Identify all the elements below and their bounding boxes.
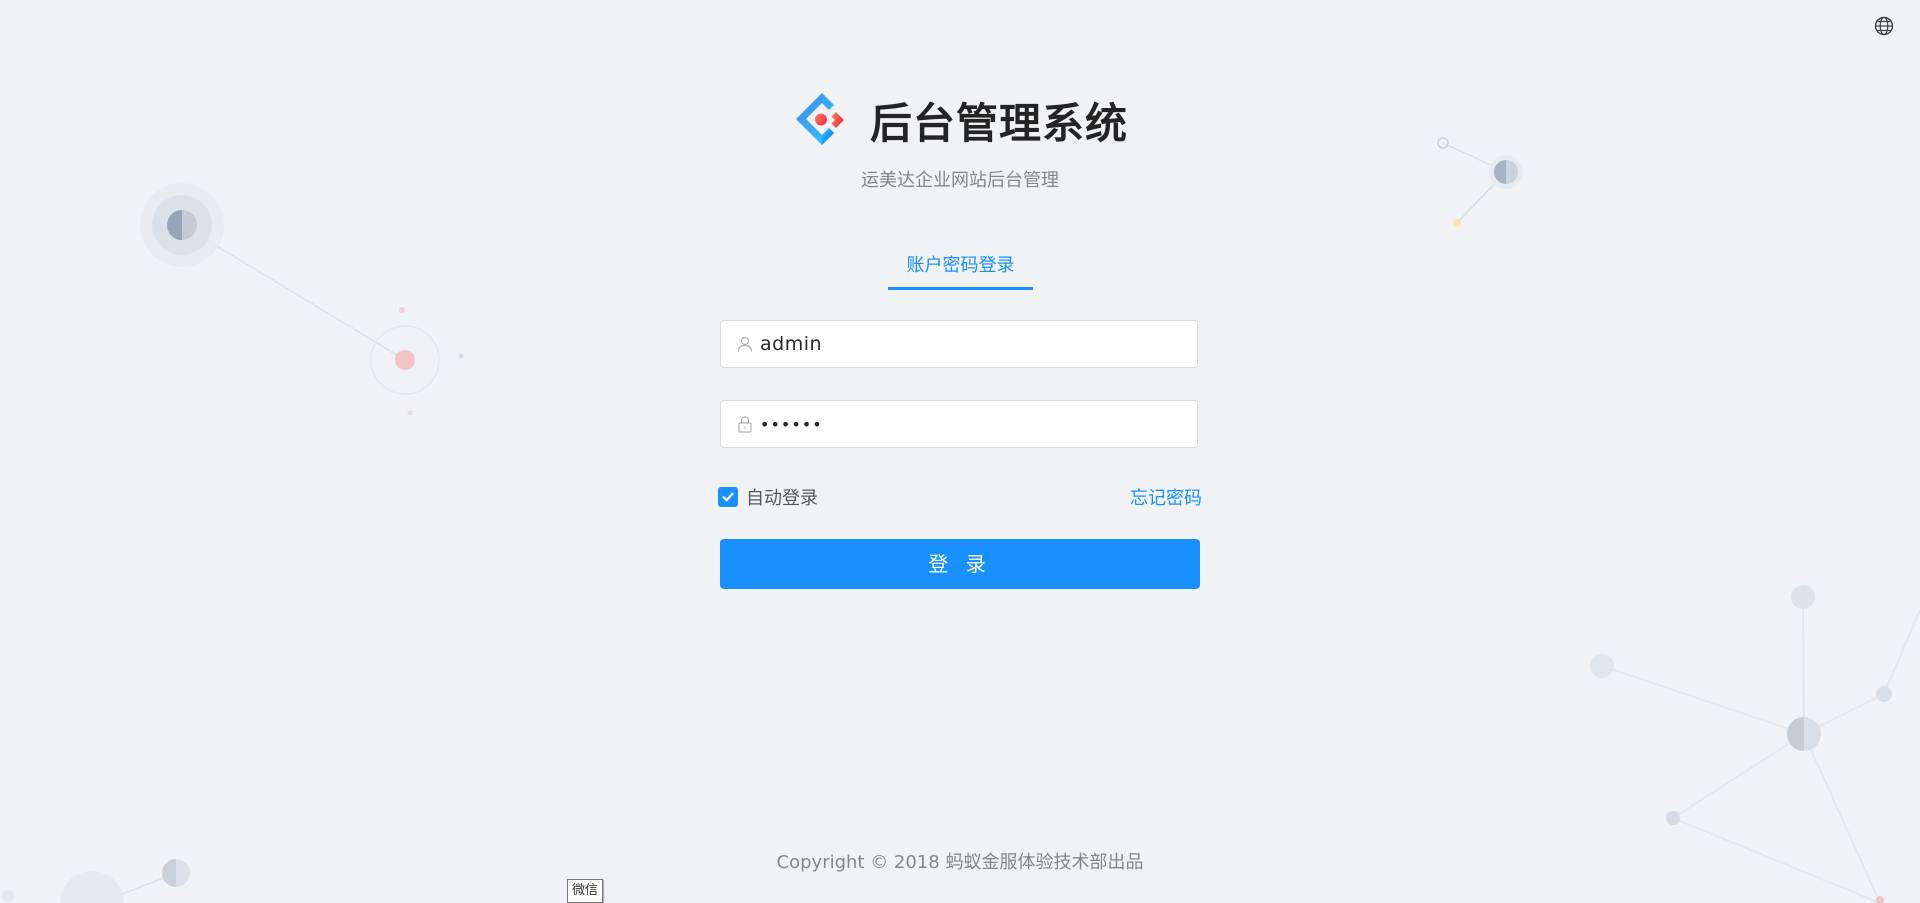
user-icon [736, 335, 754, 353]
tab-active-indicator [888, 287, 1033, 290]
login-header: 后台管理系统 运美达企业网站后台管理 [0, 88, 1920, 192]
login-page: 后台管理系统 运美达企业网站后台管理 账户密码登录 admin •••••• 自… [0, 0, 1920, 903]
tab-account-login[interactable]: 账户密码登录 [888, 248, 1033, 284]
username-field[interactable]: admin [720, 320, 1198, 368]
globe-icon [1874, 16, 1894, 36]
login-options: 自动登录 忘记密码 [718, 482, 1202, 510]
title-row: 后台管理系统 [792, 88, 1128, 152]
copyright: Copyright © 2018 蚂蚁金服体验技术部出品 [776, 852, 1144, 873]
auto-login-label: 自动登录 [746, 488, 818, 509]
forgot-password-link[interactable]: 忘记密码 [1130, 484, 1202, 510]
lock-icon [736, 415, 754, 433]
username-value: admin [760, 333, 823, 355]
page-title: 后台管理系统 [869, 98, 1128, 148]
ant-design-logo [795, 93, 844, 145]
password-field[interactable]: •••••• [720, 400, 1198, 448]
login-tabs: 账户密码登录 [888, 248, 1033, 292]
password-value: •••••• [760, 414, 823, 434]
auto-login-checkbox[interactable]: 自动登录 [718, 484, 818, 510]
language-switcher[interactable] [1872, 14, 1896, 38]
check-icon [722, 492, 734, 502]
wechat-tooltip: 微信 [567, 879, 604, 903]
page-subtitle: 运美达企业网站后台管理 [861, 170, 1059, 191]
checkbox-box[interactable] [718, 487, 738, 507]
login-button[interactable]: 登 录 [720, 539, 1200, 589]
